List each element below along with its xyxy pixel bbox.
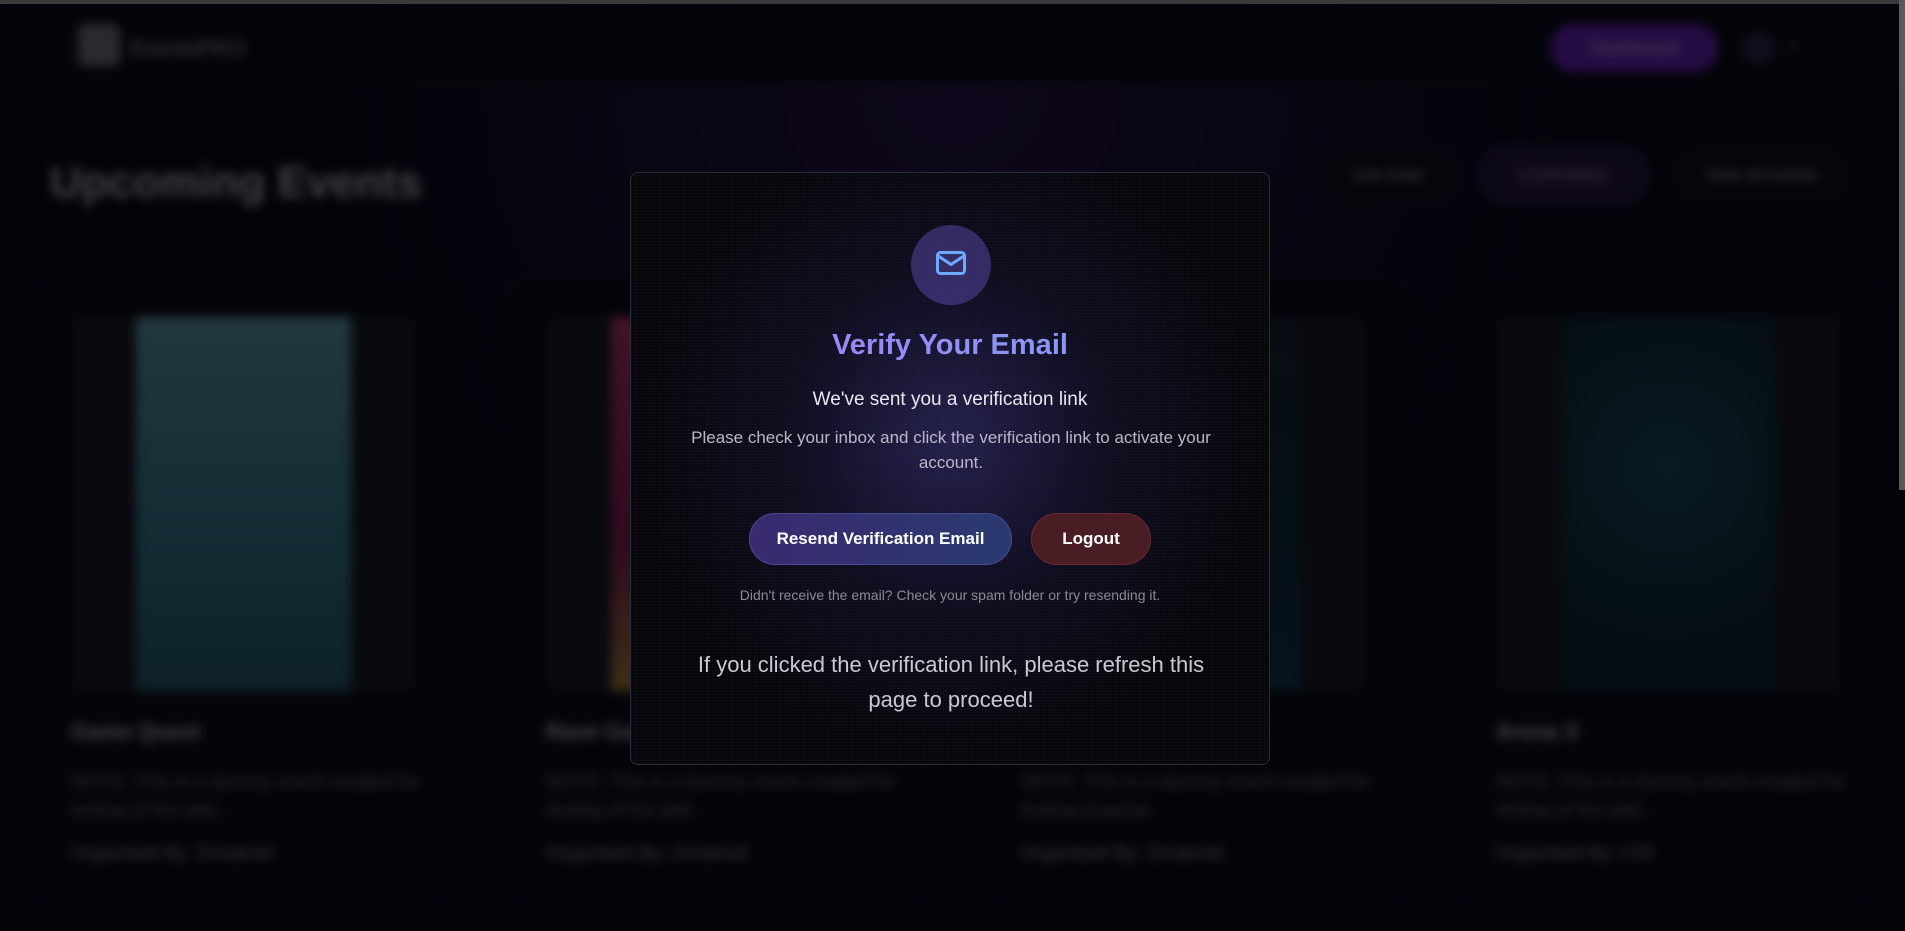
resend-verification-button[interactable]: Resend Verification Email (749, 513, 1012, 565)
modal-title: Verify Your Email (631, 329, 1269, 362)
refresh-note: If you clicked the verification link, pl… (697, 652, 1205, 712)
logout-button[interactable]: Logout (1031, 513, 1151, 565)
resend-hint: Didn't receive the email? Check your spa… (739, 587, 1161, 603)
page-scrollbar[interactable] (1899, 0, 1905, 490)
modal-subtitle: We've sent you a verification link (812, 389, 1088, 410)
verify-email-modal: Verify Your Email We've sent you a verif… (630, 172, 1270, 765)
mail-icon-badge (911, 225, 991, 305)
window-top-border (0, 0, 1905, 4)
mail-icon (933, 245, 969, 286)
modal-body-text: Please check your inbox and click the ve… (691, 428, 1211, 472)
